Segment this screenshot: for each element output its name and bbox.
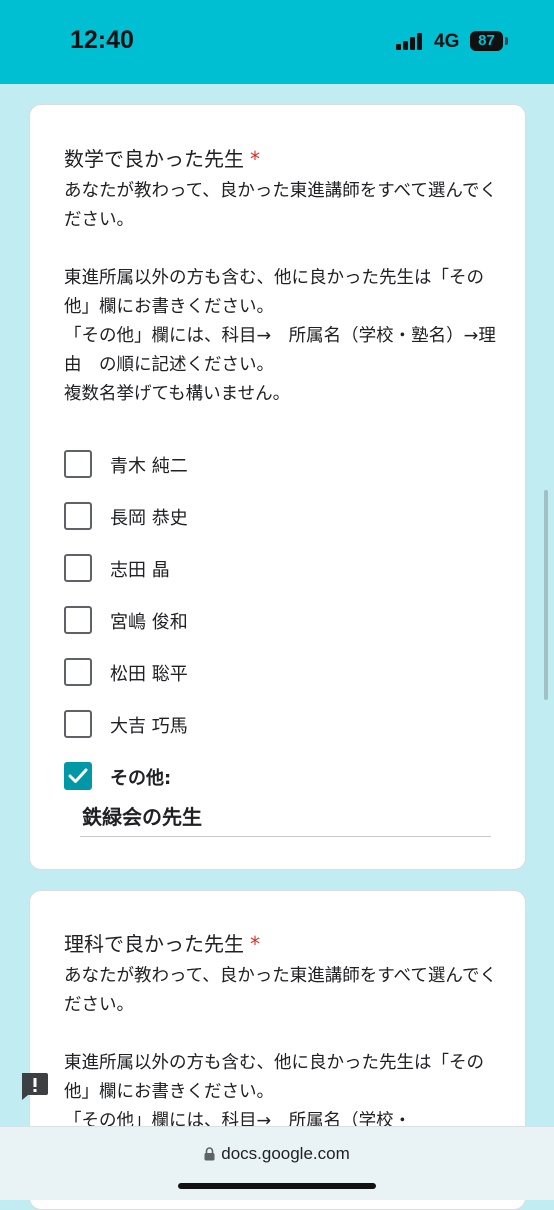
question-title: 理科で良かった先生 * [64, 928, 260, 957]
checkbox[interactable] [64, 450, 92, 478]
question-title-text: 理科で良かった先生 [64, 932, 244, 956]
report-icon[interactable] [19, 1071, 49, 1101]
question-description: あなたが教わって、良かった東進講師をすべて選んでください。 東進所属以外の方も含… [64, 181, 497, 404]
required-mark: * [250, 147, 260, 171]
other-input-value[interactable]: 鉄緑会の先生 [82, 801, 202, 830]
checkbox-option-5[interactable]: 松田 聡平 [64, 658, 484, 690]
option-label: 青木 純二 [110, 456, 188, 477]
browser-url-bar[interactable]: docs.google.com [0, 1126, 554, 1200]
home-indicator[interactable] [178, 1183, 376, 1189]
status-time: 12:40 [70, 26, 134, 54]
option-label: 松田 聡平 [110, 664, 188, 685]
checkbox-option-4[interactable]: 宮嶋 俊和 [64, 606, 484, 638]
url-text: docs.google.com [221, 1144, 350, 1163]
question-card-math: 数学で良かった先生 * あなたが教わって、良かった東進講師をすべて選んでください。… [29, 104, 526, 870]
checkbox[interactable] [64, 554, 92, 582]
network-type: 4G [434, 31, 460, 52]
required-mark: * [250, 932, 260, 956]
cellular-signal-icon [396, 33, 426, 50]
checkbox-checked[interactable] [64, 762, 92, 790]
scrollbar[interactable] [544, 490, 548, 700]
check-icon [68, 768, 88, 783]
checkbox[interactable] [64, 710, 92, 738]
checkbox[interactable] [64, 606, 92, 634]
question-title: 数学で良かった先生 * [64, 143, 260, 172]
battery-tip [505, 37, 508, 45]
checkbox[interactable] [64, 502, 92, 530]
question-title-text: 数学で良かった先生 [64, 147, 244, 171]
checkbox-option-2[interactable]: 長岡 恭史 [64, 502, 484, 534]
checkbox[interactable] [64, 658, 92, 686]
checkbox-option-1[interactable]: 青木 純二 [64, 450, 484, 482]
other-option-label: その他: [110, 768, 172, 789]
option-label: 宮嶋 俊和 [110, 612, 188, 633]
question-description: あなたが教わって、良かった東進講師をすべて選んでください。 東進所属以外の方も含… [64, 966, 497, 1131]
checkbox-option-6[interactable]: 大吉 巧馬 [64, 710, 484, 742]
option-label: 長岡 恭史 [110, 508, 188, 529]
option-label: 大吉 巧馬 [110, 716, 188, 737]
checkbox-option-other[interactable]: その他: [64, 762, 484, 794]
option-label: 志田 晶 [110, 560, 170, 581]
battery-icon: 87 [470, 31, 503, 51]
other-text-input[interactable]: 鉄緑会の先生 [80, 799, 491, 837]
url-display[interactable]: docs.google.com [0, 1144, 554, 1164]
lock-icon [204, 1147, 215, 1161]
status-bar: 12:40 4G 87 [0, 0, 554, 84]
checkbox-option-3[interactable]: 志田 晶 [64, 554, 484, 586]
